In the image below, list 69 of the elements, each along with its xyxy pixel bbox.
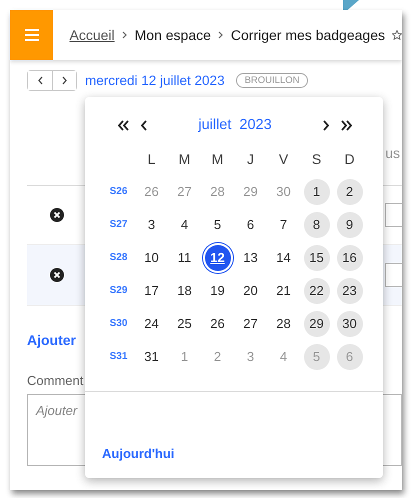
chevron-left-icon (140, 120, 148, 130)
day-button[interactable]: 7 (270, 212, 296, 238)
chevron-right-icon (61, 76, 68, 84)
day-button[interactable]: 25 (172, 310, 198, 336)
day-button[interactable]: 22 (304, 278, 330, 304)
column-label: us (385, 145, 400, 163)
day-button[interactable]: 24 (138, 310, 164, 336)
chevron-right-icon (322, 120, 330, 130)
day-button[interactable]: 18 (172, 278, 198, 304)
week-number[interactable]: S27 (110, 219, 128, 230)
day-button[interactable]: 19 (204, 278, 230, 304)
weekday-label: M (210, 150, 224, 168)
day-button[interactable]: 27 (238, 310, 264, 336)
day-button[interactable]: 29 (304, 310, 330, 336)
weekday-label: D (343, 150, 356, 168)
day-button[interactable]: 4 (172, 212, 198, 238)
day-button[interactable]: 6 (238, 212, 264, 238)
day-button[interactable]: 14 (270, 244, 296, 270)
year-button[interactable]: 2023 (237, 117, 274, 133)
weekday-label: J (246, 150, 255, 168)
day-button[interactable]: 21 (270, 278, 296, 304)
day-button[interactable]: 11 (172, 244, 198, 270)
day-button[interactable]: 1 (304, 178, 330, 204)
week-number[interactable]: S28 (110, 252, 128, 263)
star-icon[interactable] (392, 30, 402, 40)
next-day-button[interactable] (52, 70, 76, 90)
day-button[interactable]: 15 (304, 244, 330, 270)
day-button[interactable]: 2 (336, 178, 362, 204)
day-button[interactable]: 5 (204, 212, 230, 238)
day-button[interactable]: 26 (204, 310, 230, 336)
comment-label: Comment (27, 373, 84, 388)
chevron-left-icon (36, 76, 44, 84)
day-button[interactable]: 12 (204, 244, 230, 270)
day-button[interactable]: 8 (304, 212, 330, 238)
input-field[interactable] (385, 203, 402, 227)
weekday-label: L (146, 150, 156, 168)
week-number[interactable]: S31 (110, 351, 128, 362)
chevron-right-icon (218, 31, 224, 39)
day-button[interactable]: 16 (336, 244, 362, 270)
double-chevron-left-icon (117, 120, 130, 130)
double-chevron-right-icon (340, 120, 353, 130)
day-button[interactable]: 17 (138, 278, 164, 304)
weekday-label: M (178, 150, 192, 168)
day-button[interactable]: 31 (138, 344, 164, 370)
today-link[interactable]: Aujourd'hui (102, 446, 174, 461)
input-field[interactable] (385, 263, 402, 287)
breadcrumb-link[interactable]: Accueil (69, 27, 115, 43)
day-button[interactable]: 3 (138, 212, 164, 238)
breadcrumb-item: Mon espace (134, 27, 211, 43)
weekday-label: V (278, 150, 290, 168)
remove-icon[interactable] (50, 268, 64, 282)
chevron-right-icon (122, 31, 128, 39)
weekday-label: S (310, 150, 322, 168)
day-button[interactable]: 20 (238, 278, 264, 304)
day-button[interactable]: 10 (138, 244, 164, 270)
menu-icon (24, 29, 39, 41)
breadcrumb-item: Corriger mes badgeages (230, 27, 385, 43)
day-button[interactable]: 9 (336, 212, 362, 238)
month-button[interactable]: juillet (196, 117, 234, 133)
date-link[interactable]: mercredi 12 juillet 2023 (85, 72, 225, 88)
week-number[interactable]: S30 (110, 318, 128, 329)
remove-icon[interactable] (50, 208, 64, 222)
day-button[interactable]: 28 (270, 310, 296, 336)
week-number[interactable]: S26 (110, 186, 128, 197)
status-badge: BROUILLON (236, 72, 308, 88)
day-button[interactable]: 13 (238, 244, 264, 270)
day-button[interactable]: 23 (336, 278, 362, 304)
day-button[interactable]: 30 (336, 310, 362, 336)
week-number[interactable]: S29 (110, 285, 128, 296)
